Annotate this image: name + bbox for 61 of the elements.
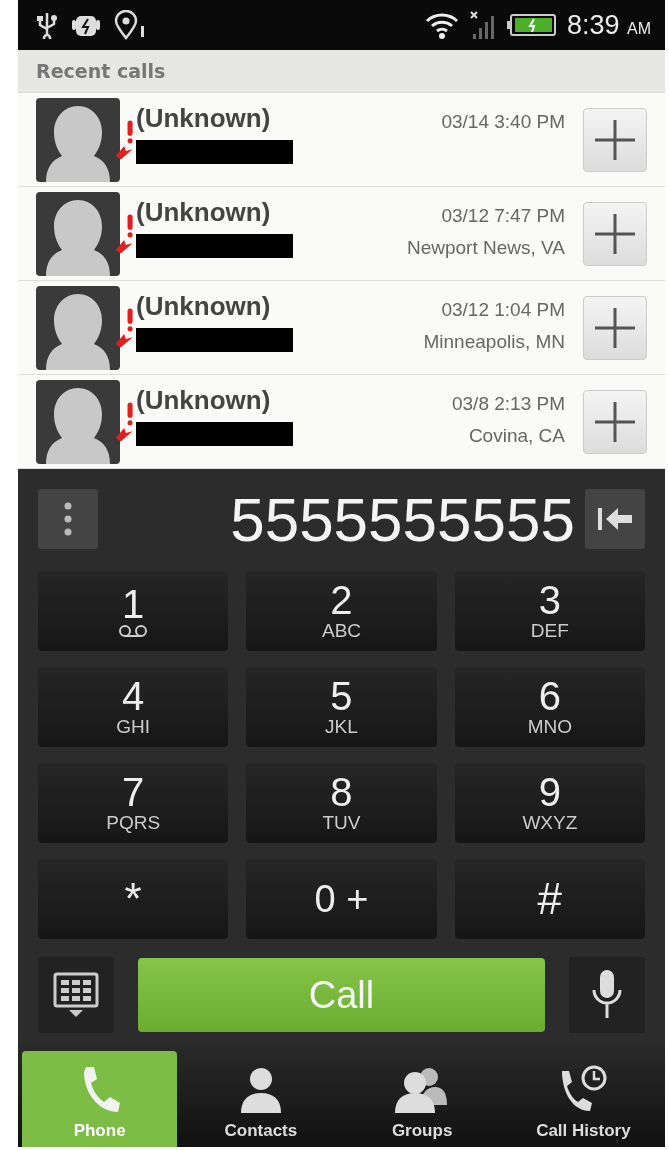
- voice-input-button[interactable]: [569, 957, 645, 1033]
- wifi-icon: [424, 11, 459, 39]
- avatar-icon: [36, 191, 120, 276]
- call-time: 03/8 2:13 PM: [451, 393, 565, 415]
- call-row[interactable]: (Unknown) 03/8 2:13 PM Covina, CA: [18, 375, 665, 469]
- dial-key[interactable]: #: [454, 859, 645, 939]
- dial-key[interactable]: 8 TUV: [246, 763, 437, 843]
- keypad-toggle-button[interactable]: [38, 957, 114, 1033]
- menu-icon: [64, 502, 72, 536]
- usb-icon: [36, 11, 58, 39]
- dialed-number: 5555555555: [229, 483, 576, 555]
- voicemail-icon: [118, 624, 149, 638]
- avatar-icon: [36, 97, 120, 182]
- dial-key[interactable]: 6 MNO: [454, 667, 645, 747]
- plus-icon: [595, 213, 635, 254]
- dial-key[interactable]: 3 DEF: [454, 571, 645, 651]
- caller-name: (Unknown): [136, 103, 272, 134]
- caller-name: (Unknown): [136, 291, 272, 322]
- caller-name: (Unknown): [136, 385, 272, 416]
- avatar-icon: [36, 379, 120, 464]
- microphone-icon: [592, 970, 622, 1020]
- dial-key[interactable]: 2 ABC: [246, 571, 437, 651]
- dial-key[interactable]: *: [38, 859, 229, 939]
- dial-key[interactable]: 9 WXYZ: [454, 763, 645, 843]
- add-contact-button[interactable]: [583, 201, 647, 266]
- dial-key[interactable]: 7 PQRS: [38, 763, 229, 843]
- call-location: Covina, CA: [468, 425, 565, 447]
- call-time: 03/12 1:04 PM: [441, 299, 565, 321]
- dial-key[interactable]: 4 GHI: [38, 667, 229, 747]
- nav-tab[interactable]: Contacts: [183, 1051, 339, 1147]
- nav-tab[interactable]: Groups: [344, 1051, 500, 1147]
- call-row[interactable]: (Unknown) 03/14 3:40 PM: [18, 93, 665, 187]
- backspace-button[interactable]: [585, 489, 645, 549]
- nav-tab[interactable]: Call History: [505, 1051, 661, 1147]
- add-contact-button[interactable]: [583, 295, 647, 360]
- call-location: Minneapolis, MN: [423, 331, 565, 353]
- call-time: 03/14 3:40 PM: [441, 111, 565, 133]
- caller-name: (Unknown): [136, 197, 272, 228]
- battery-icon: [506, 13, 557, 37]
- section-title: Recent calls: [36, 60, 166, 82]
- call-row[interactable]: (Unknown) 03/12 1:04 PM Minneapolis, MN: [18, 281, 665, 375]
- add-contact-button[interactable]: [583, 107, 647, 172]
- menu-button[interactable]: [38, 489, 98, 549]
- call-time: 03/12 7:47 PM: [441, 205, 565, 227]
- keypad-icon: [53, 972, 99, 1018]
- plus-icon: [595, 119, 635, 160]
- dial-key[interactable]: 5 JKL: [246, 667, 437, 747]
- plus-icon: [595, 307, 635, 348]
- location-pin-icon: [114, 10, 146, 40]
- plus-icon: [595, 401, 635, 442]
- dial-key[interactable]: 0 +: [246, 859, 437, 939]
- dial-key[interactable]: 1: [38, 571, 229, 651]
- call-location: Newport News, VA: [406, 237, 565, 259]
- backspace-icon: [598, 506, 632, 532]
- person-icon: [238, 1065, 283, 1115]
- signal-icon: [468, 10, 497, 40]
- avatar-icon: [36, 285, 120, 370]
- clock: 8:39 AM: [566, 9, 651, 41]
- call-row[interactable]: (Unknown) 03/12 7:47 PM Newport News, VA: [18, 187, 665, 281]
- add-contact-button[interactable]: [583, 389, 647, 454]
- people-icon: [395, 1065, 450, 1115]
